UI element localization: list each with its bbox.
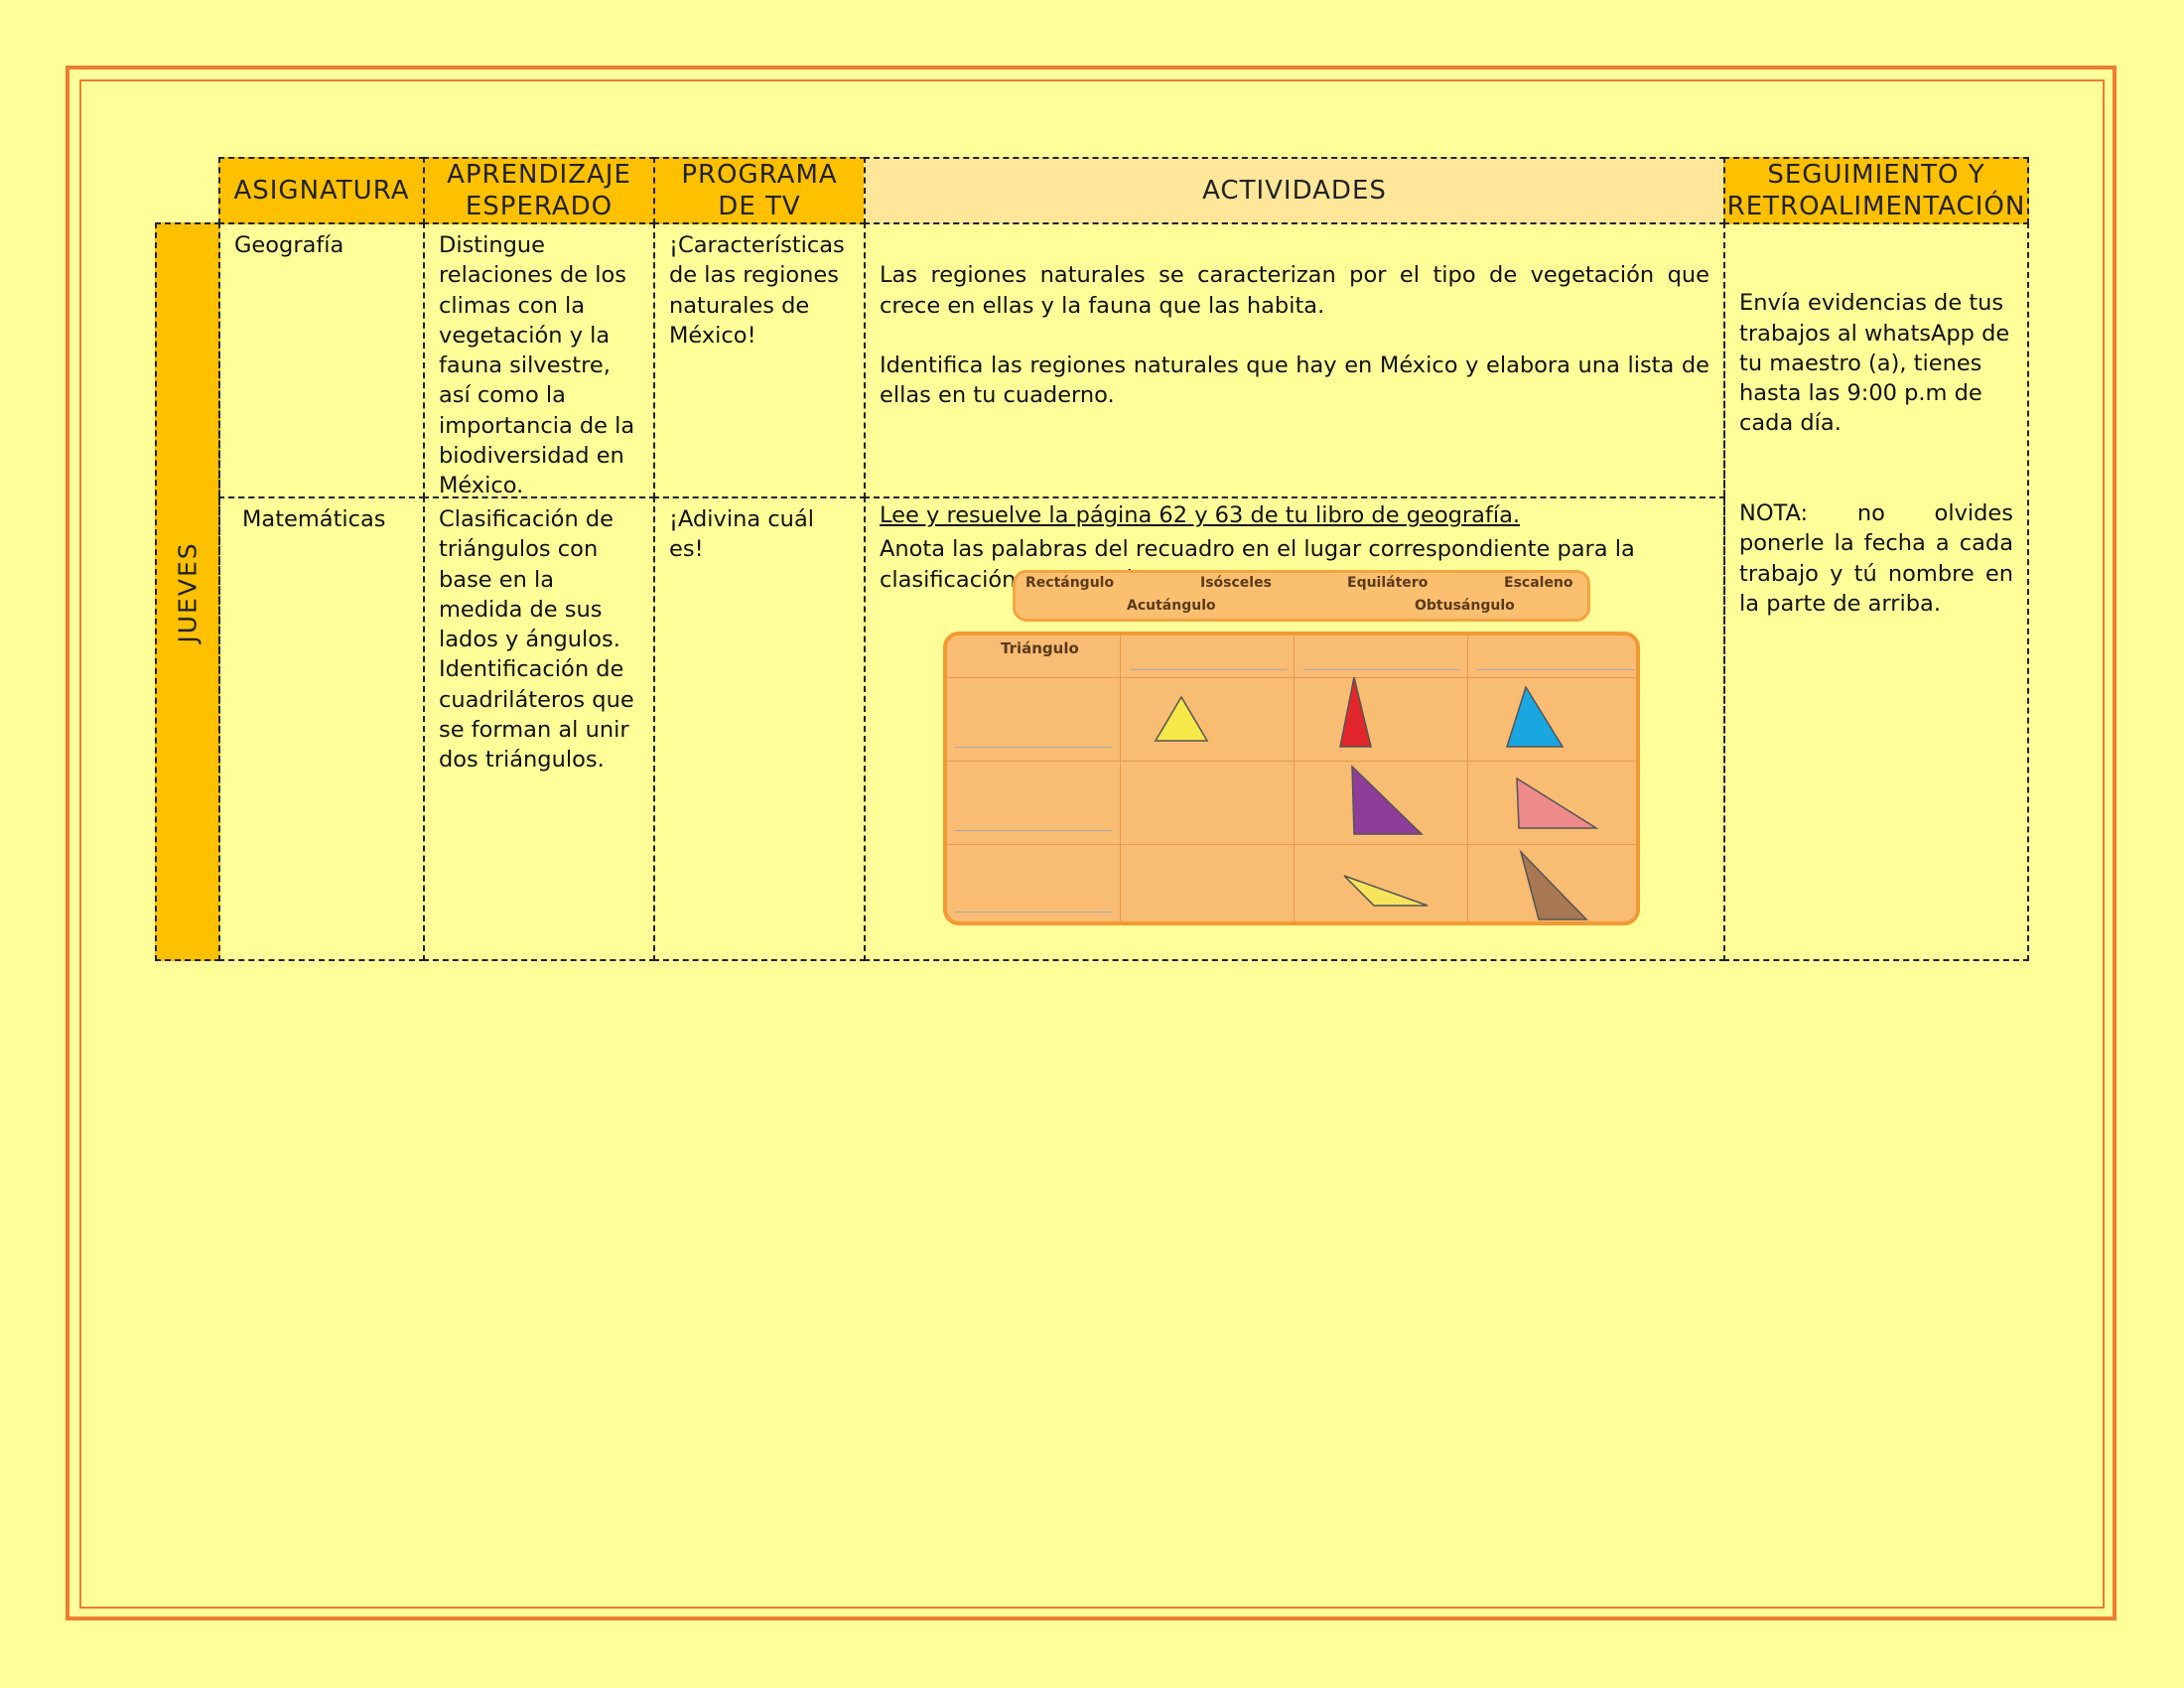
header-seguimiento-label: SEGUIMIENTO Y RETROALIMENTACIÓN: [1726, 160, 2026, 221]
row-matematicas-aprendizaje: Clasificación de triángulos con base en …: [423, 496, 655, 961]
word-isosceles: Isósceles: [1200, 575, 1272, 591]
row-geografia-aprendizaje: Distingue relaciones de los climas con l…: [423, 222, 655, 498]
header-seguimiento: SEGUIMIENTO Y RETROALIMENTACIÓN: [1723, 157, 2029, 224]
triangle-word-box: Rectángulo Isósceles Equilátero Escaleno…: [1013, 570, 1590, 622]
triangle-blue: [1505, 685, 1565, 748]
triangle-brown: [1519, 849, 1588, 920]
word-obtusangulo: Obtusángulo: [1415, 598, 1515, 614]
triangles-graphic: [1154, 676, 1599, 920]
header-programa: PROGRAMA DE TV: [653, 157, 866, 224]
header-asignatura-label: ASIGNATURA: [233, 176, 410, 206]
triangle-purple: [1351, 765, 1424, 835]
triangle-pink: [1516, 776, 1599, 829]
word-rectangulo: Rectángulo: [1025, 575, 1115, 591]
header-aprendizaje-label: APRENDIZAJE ESPERADO: [447, 160, 631, 221]
row-geografia-actividades: Las regiones naturales se caracterizan p…: [864, 222, 1725, 528]
header-programa-label: PROGRAMA DE TV: [681, 160, 838, 221]
seguimiento-nota: NOTA: no olvides ponerle la fecha a cada…: [1739, 500, 2013, 617]
row-matematicas-asignatura: Matemáticas: [218, 496, 425, 961]
day-label: JUEVES: [173, 540, 203, 643]
word-acutangulo: Acutángulo: [1127, 598, 1216, 614]
word-equilatero: Equilátero: [1347, 575, 1429, 591]
row-geografia-programa: ¡Características de las regiones natural…: [653, 222, 866, 498]
row-geografia-asignatura: Geografía: [218, 222, 425, 498]
day-label-cell: JUEVES: [155, 222, 220, 961]
row-matematicas-programa: ¡Adivina cuál es!: [653, 496, 866, 961]
header-actividades: ACTIVIDADES: [864, 157, 1725, 224]
triangle-yellow: [1154, 695, 1209, 742]
header-aprendizaje: APRENDIZAJE ESPERADO: [423, 157, 655, 224]
seguimiento-cell: Envía evidencias de tus trabajos al what…: [1723, 222, 2029, 961]
header-asignatura: ASIGNATURA: [218, 157, 425, 224]
actividad-geografia-intro: Las regiones naturales se caracterizan p…: [880, 262, 1709, 319]
seguimiento-instrucciones: Envía evidencias de tus trabajos al what…: [1739, 290, 2010, 437]
triangle-light-yellow: [1343, 875, 1429, 907]
triangle-classification-table: Triángulo: [943, 632, 1640, 925]
header-actividades-label: ACTIVIDADES: [1202, 176, 1387, 206]
word-escaleno: Escaleno: [1504, 575, 1573, 591]
triangle-red: [1339, 676, 1372, 748]
actividad-geografia-instruccion: Identifica las regiones naturales que ha…: [880, 352, 1709, 409]
